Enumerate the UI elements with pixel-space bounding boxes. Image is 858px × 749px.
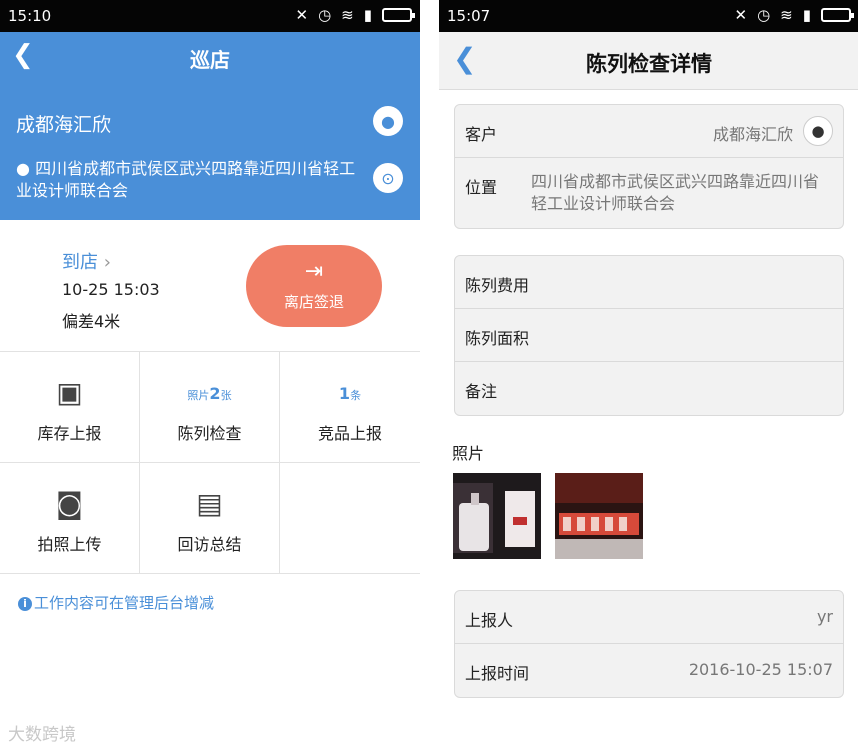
signal-icon: ▮ bbox=[363, 6, 372, 24]
battery-icon bbox=[821, 8, 854, 22]
display-check-detail-screen: 15:07 ✕ ◷ ≋ ▮ ❮ 陈列检查详情 客户 成都海汇欣 ● 位置 四川省… bbox=[439, 0, 858, 749]
remark-row: 备注 bbox=[465, 382, 498, 401]
mute-icon: ✕ bbox=[734, 6, 748, 24]
chevron-right-icon: › bbox=[103, 252, 111, 273]
patrol-screen: 15:10 ✕ ◷ ≋ ▮ ❮ 巡店 成都海汇欣 ● ● 四川省成都市武侯区武兴… bbox=[0, 0, 420, 749]
contact-icon[interactable]: ● bbox=[373, 106, 403, 136]
photo-thumbnail[interactable] bbox=[453, 473, 541, 559]
tile-inventory-report[interactable]: ▣ 库存上报 bbox=[0, 352, 140, 463]
navbar: ❮ 巡店 bbox=[0, 32, 420, 82]
location-row: 位置 四川省成都市武侯区武兴四路靠近四川省轻工业设计师联合会 bbox=[465, 172, 820, 213]
status-time: 15:10 bbox=[8, 7, 52, 25]
person-icon: ● bbox=[16, 159, 30, 178]
status-bar: 15:07 ✕ ◷ ≋ ▮ bbox=[439, 0, 858, 32]
checkout-button[interactable]: ⇥ 离店签退 bbox=[246, 245, 382, 327]
document-icon: ▤ bbox=[196, 487, 223, 520]
tile-visit-summary[interactable]: ▤ 回访总结 bbox=[140, 463, 280, 574]
info-icon: i bbox=[18, 597, 32, 611]
page-title: 陈列检查详情 bbox=[586, 52, 712, 76]
wifi-icon: ≋ bbox=[341, 6, 354, 24]
deviation: 偏差4米 bbox=[62, 312, 121, 331]
contact-icon[interactable]: ● bbox=[803, 116, 833, 146]
tile-competitor-report[interactable]: 1条 竞品上报 bbox=[280, 352, 420, 463]
mute-icon: ✕ bbox=[295, 6, 309, 24]
photo-count: 照片2张 bbox=[187, 384, 232, 403]
alarm-icon: ◷ bbox=[318, 6, 332, 24]
checkin-panel: 到店 › 10-25 15:03 偏差4米 ⇥ 离店签退 bbox=[0, 220, 420, 352]
arrive-time: 10-25 15:03 bbox=[62, 280, 160, 299]
alarm-icon: ◷ bbox=[757, 6, 771, 24]
info-note: i 工作内容可在管理后台增减 bbox=[18, 592, 214, 613]
camera-icon: ◙ bbox=[55, 487, 84, 520]
arrive-link[interactable]: 到店 › bbox=[62, 248, 111, 274]
display-fee-row: 陈列费用 bbox=[455, 256, 843, 309]
status-bar: 15:10 ✕ ◷ ≋ ▮ bbox=[0, 0, 420, 32]
report-time-row: 上报时间 2016-10-25 15:07 bbox=[465, 660, 833, 683]
item-count: 1条 bbox=[338, 384, 362, 403]
navbar: ❮ 陈列检查详情 bbox=[439, 32, 858, 90]
watermark: 大数跨境 bbox=[8, 725, 76, 745]
signal-icon: ▮ bbox=[802, 6, 811, 24]
reporter-row: 上报人 yr bbox=[455, 591, 843, 644]
customer-row: 客户 成都海汇欣 ● bbox=[455, 105, 843, 158]
photos-label: 照片 bbox=[452, 444, 485, 463]
photo-image bbox=[453, 473, 541, 559]
location-pin-icon[interactable]: ⊙ bbox=[373, 163, 403, 193]
battery-icon bbox=[382, 8, 415, 22]
photo-thumbnail[interactable] bbox=[555, 473, 643, 559]
display-area-row: 陈列面积 bbox=[455, 309, 843, 362]
store-name: 成都海汇欣 bbox=[16, 114, 112, 136]
empty-tile bbox=[280, 463, 420, 574]
report-info-card: 上报人 yr 上报时间 2016-10-25 15:07 bbox=[454, 590, 844, 698]
wifi-icon: ≋ bbox=[780, 6, 793, 24]
display-info-card: 陈列费用 陈列面积 备注 bbox=[454, 255, 844, 416]
tile-photo-upload[interactable]: ◙ 拍照上传 bbox=[0, 463, 140, 574]
exit-icon: ⇥ bbox=[304, 259, 324, 284]
photo-image bbox=[555, 473, 643, 559]
store-header: ❮ 巡店 成都海汇欣 ● ● 四川省成都市武侯区武兴四路靠近四川省轻工业设计师联… bbox=[0, 32, 420, 220]
store-address: ● 四川省成都市武侯区武兴四路靠近四川省轻工业设计师联合会 bbox=[16, 159, 356, 200]
status-time: 15:07 bbox=[447, 7, 491, 25]
customer-card: 客户 成都海汇欣 ● 位置 四川省成都市武侯区武兴四路靠近四川省轻工业设计师联合… bbox=[454, 104, 844, 229]
page-title: 巡店 bbox=[190, 48, 230, 72]
tile-display-check[interactable]: 照片2张 陈列检查 bbox=[140, 352, 280, 463]
box-icon: ▣ bbox=[56, 376, 83, 409]
